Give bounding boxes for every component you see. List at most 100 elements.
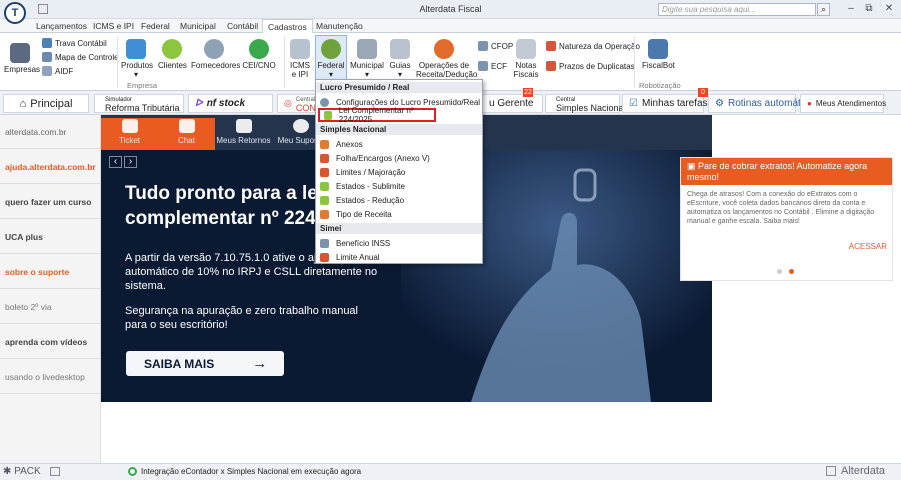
cfop-label: CFOP [491,41,514,51]
notas-fiscais-button[interactable]: Notas Fiscais [512,39,540,79]
sidebar-item-suporte[interactable]: sobre o suporte [0,255,101,289]
search-icon[interactable]: ⌕ [817,3,830,16]
sidebar-item-alterdata[interactable]: alterdata.com.br [0,115,101,149]
gear-icon [320,97,329,107]
guias-button[interactable]: Guias ▾ [388,39,412,79]
fornecedores-button[interactable]: Fornecedores [191,39,240,70]
tab-principal[interactable]: ⌂ Principal [3,94,89,113]
menu-item-label: Limite Anual [336,252,380,262]
federal-label: Federal [317,61,345,70]
trava-contabil-button[interactable]: Trava Contábil [42,38,107,48]
menu-item-folha-encargos[interactable]: Folha/Encargos (Anexo V) [316,151,482,165]
chat-button[interactable]: Chat [158,118,215,150]
menu-item-limites[interactable]: Limites / Majoração [316,165,482,179]
menu-item-reducao[interactable]: Estados - Redução [316,193,482,207]
calendar-icon [546,61,556,71]
tarefas-label: Minhas tarefas [641,98,708,109]
chat-icon [178,119,195,133]
sidebar-item-curso[interactable]: quero fazer um curso [0,185,101,219]
menu-section-simei: Simei [316,223,482,234]
natureza-label: Natureza da Operação [559,41,640,51]
tab-rotinas-automaticas[interactable]: ⚙ Rotinas automáticas [708,94,819,113]
group-label-empresa: Empresa [127,81,158,90]
produtos-button[interactable]: Produtos ▾ [121,39,153,79]
federal-dropdown-menu: Lucro Presumido / Real Configurações do … [315,79,483,264]
carousel-next-button[interactable]: › [124,156,137,168]
tab-nfstock[interactable]: ᐅ nf stock [188,94,273,113]
menu-item-limite-anual[interactable]: Limite Anual [316,250,482,264]
municipal-button[interactable]: Municipal ▾ [350,39,384,79]
tab-simples-nacional[interactable]: Central Simples Nacional [545,94,626,113]
menu-item-label: Estados - Sublimite [336,181,405,191]
chat-label: Chat [178,136,195,145]
ticket-button[interactable]: Ticket [101,118,158,150]
pencil-icon [324,110,332,120]
carousel-dot[interactable] [777,269,782,274]
prazos-duplicatas-button[interactable]: Prazos de Duplicatas [546,61,635,71]
restore-button[interactable]: ⧉ [861,3,877,16]
carousel-prev-button[interactable]: ‹ [109,156,122,168]
saiba-mais-button[interactable]: SAIBA MAIS → [126,351,284,376]
ticket-icon [121,119,138,133]
menu-item-label: Estados - Redução [336,195,405,205]
mapa-label: Mapa de Controle [55,52,119,62]
sidebar-item-ajuda[interactable]: ajuda.alterdata.com.br [0,150,101,184]
cfop-button[interactable]: CFOP [478,41,513,51]
ribbon-separator [634,36,635,88]
keyboard-icon[interactable] [50,467,60,476]
search-input[interactable]: Digite sua pesquisa aqui... [658,3,816,16]
anexos-icon [320,139,329,149]
meus-retornos-button[interactable]: Meus Retornos [215,118,272,150]
sidebar-item-livedesktop[interactable]: usando o livedesktop [0,360,101,394]
acessar-link[interactable]: ACESSAR [849,242,887,251]
minimize-button[interactable]: ‒ [843,3,859,16]
carousel-dot-active[interactable] [789,269,794,274]
menu-item-lei-complementar[interactable]: Lei Complementar nº 224/2025 [318,106,436,124]
ecf-button[interactable]: ECF [478,61,507,71]
aidf-button[interactable]: AIDF [42,66,73,76]
tab-federal[interactable]: Federal [141,21,170,31]
ribbon-separator [117,36,118,88]
operacoes-button[interactable]: Operações de Receita/Dedução [416,39,477,79]
menu-item-tipo-receita[interactable]: Tipo de Receita [316,207,482,221]
tab-cadastros[interactable]: Cadastros [262,19,313,34]
app-logo[interactable]: T [4,2,26,24]
sidebar-item-videos[interactable]: aprenda com vídeos [0,325,101,359]
promo-card-header: ▣ Pare de cobrar extratos! Automatize ag… [681,158,892,185]
natureza-operacao-button[interactable]: Natureza da Operação [546,41,640,51]
map-icon [42,52,52,62]
person-icon [162,39,182,59]
mapa-controle-button[interactable]: Mapa de Controle [42,52,119,62]
con-label: CON [295,102,316,113]
empresas-button[interactable]: Empresas [4,43,40,74]
calculator-icon [390,39,410,59]
tab-icms-ipi[interactable]: ICMS e IPI [93,21,134,31]
clientes-button[interactable]: Clientes [158,39,187,70]
federal-button[interactable]: Federal ▾ [315,35,347,81]
menu-item-sublimite[interactable]: Estados - Sublimite [316,179,482,193]
tab-simulador-reforma[interactable]: Simulador Reforma Tributária [94,94,184,113]
sidebar-item-boleto[interactable]: boleto 2º via [0,290,101,324]
tab-contabil[interactable]: Contábil [227,21,258,31]
tab-meu-gerente[interactable]: u Gerente [483,94,543,113]
trava-label: Trava Contábil [55,38,107,48]
pack-label[interactable]: ✱ PACK [3,466,41,477]
close-button[interactable]: ✕ [881,3,897,16]
fiscalbot-button[interactable]: FiscalBot [642,39,675,70]
tab-minhas-tarefas[interactable]: ☑ Minhas tarefas [622,94,708,113]
icms-ipi-button[interactable]: ICMS e IPI [288,39,312,79]
brand-icon [826,466,836,476]
tab-lancamentos[interactable]: Lançamentos [36,21,87,31]
tab-manutencao[interactable]: Manutenção [316,21,363,31]
promo-card: ▣ Pare de cobrar extratos! Automatize ag… [680,157,893,281]
tab-central-con[interactable]: ◎ Central CON [277,94,317,113]
sidebar-item-uca-plus[interactable]: UCA plus [0,220,101,254]
hero-body-line3: sistema. [125,280,166,292]
menu-item-anexos[interactable]: Anexos [316,137,482,151]
tab-meus-atendimentos[interactable]: ● Meus Atendimentos [800,94,886,113]
cei-cno-button[interactable]: CEI/CNO [242,39,276,70]
menu-section-simples: Simples Nacional [316,124,482,135]
menu-item-beneficio-inss[interactable]: Benefício INSS [316,236,482,250]
hero-body-line5: para o seu escritório! [125,319,228,331]
tab-municipal[interactable]: Municipal [180,21,216,31]
